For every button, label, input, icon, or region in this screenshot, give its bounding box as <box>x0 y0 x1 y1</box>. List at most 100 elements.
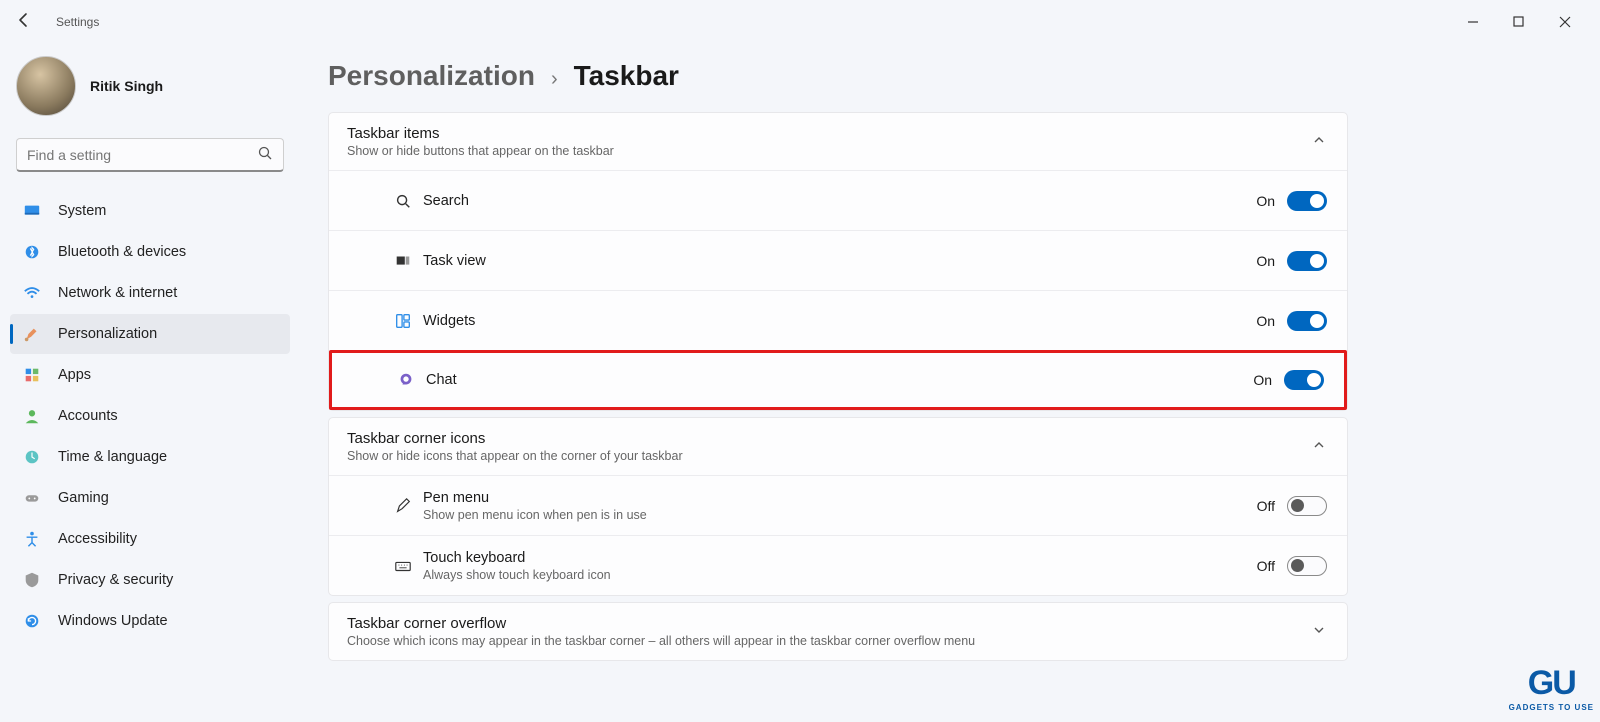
chevron-right-icon: › <box>551 68 558 91</box>
toggle-state: Off <box>1257 558 1275 574</box>
system-icon <box>22 202 42 220</box>
toggle-state: On <box>1256 313 1275 329</box>
chevron-up-icon[interactable] <box>1311 132 1327 151</box>
row-search: Search On <box>329 170 1347 230</box>
sidebar-item-label: Personalization <box>58 326 157 342</box>
sidebar-item-label: Windows Update <box>58 613 168 629</box>
sidebar-item-label: Time & language <box>58 449 167 465</box>
update-icon <box>22 612 42 630</box>
row-task-view: Task view On <box>329 230 1347 290</box>
sidebar-item-label: Bluetooth & devices <box>58 244 186 260</box>
row-label: Pen menu <box>423 490 1257 506</box>
sidebar-item-label: Accessibility <box>58 531 137 547</box>
row-label: Touch keyboard <box>423 550 1257 566</box>
profile-name: Ritik Singh <box>90 78 163 94</box>
toggle-search[interactable] <box>1287 191 1327 211</box>
panel-corner-icons: Taskbar corner icons Show or hide icons … <box>328 417 1348 596</box>
globe-clock-icon <box>22 448 42 466</box>
paintbrush-icon <box>22 325 42 343</box>
row-label: Widgets <box>423 313 1256 329</box>
toggle-state: On <box>1256 253 1275 269</box>
sidebar-item-label: Network & internet <box>58 285 177 301</box>
search-icon <box>257 145 273 164</box>
toggle-state: Off <box>1257 498 1275 514</box>
sidebar-item-time-language[interactable]: Time & language <box>10 437 290 477</box>
toggle-state: On <box>1253 372 1272 388</box>
section-title: Taskbar corner overflow <box>347 615 1311 632</box>
pen-icon <box>393 497 413 515</box>
row-touch-keyboard: Touch keyboard Always show touch keyboar… <box>329 535 1347 595</box>
watermark-logo: GU <box>1509 664 1594 703</box>
section-subtitle: Show or hide icons that appear on the co… <box>347 449 1311 463</box>
sidebar-item-label: Apps <box>58 367 91 383</box>
breadcrumb: Personalization › Taskbar <box>328 60 1572 92</box>
sidebar: Ritik Singh System Bluetooth & devices <box>0 44 300 722</box>
sidebar-item-bluetooth[interactable]: Bluetooth & devices <box>10 232 290 272</box>
chevron-up-icon[interactable] <box>1311 437 1327 456</box>
bluetooth-icon <box>22 243 42 261</box>
accessibility-icon <box>22 530 42 548</box>
section-title: Taskbar corner icons <box>347 430 1311 447</box>
row-sub: Always show touch keyboard icon <box>423 568 1257 582</box>
chat-icon <box>396 371 416 389</box>
toggle-state: On <box>1256 193 1275 209</box>
row-label: Task view <box>423 253 1256 269</box>
toggle-widgets[interactable] <box>1287 311 1327 331</box>
row-label: Chat <box>426 372 1253 388</box>
sidebar-item-accessibility[interactable]: Accessibility <box>10 519 290 559</box>
watermark-text: GADGETS TO USE <box>1509 703 1594 712</box>
row-widgets: Widgets On <box>329 290 1347 350</box>
sidebar-item-accounts[interactable]: Accounts <box>10 396 290 436</box>
panel-header-overflow[interactable]: Taskbar corner overflow Choose which ico… <box>329 603 1347 660</box>
nav-list: System Bluetooth & devices Network & int… <box>10 190 290 642</box>
sidebar-item-gaming[interactable]: Gaming <box>10 478 290 518</box>
page-title: Taskbar <box>574 60 679 92</box>
row-label: Search <box>423 193 1256 209</box>
panel-taskbar-items: Taskbar items Show or hide buttons that … <box>328 112 1348 411</box>
sidebar-item-windows-update[interactable]: Windows Update <box>10 601 290 641</box>
close-button[interactable] <box>1542 6 1588 38</box>
sidebar-item-system[interactable]: System <box>10 191 290 231</box>
minimize-button[interactable] <box>1450 6 1496 38</box>
section-title: Taskbar items <box>347 125 1311 142</box>
panel-header-corner-icons[interactable]: Taskbar corner icons Show or hide icons … <box>329 418 1347 475</box>
widgets-icon <box>393 312 413 330</box>
back-button[interactable] <box>12 12 36 33</box>
apps-icon <box>22 366 42 384</box>
shield-icon <box>22 571 42 589</box>
section-subtitle: Show or hide buttons that appear on the … <box>347 144 1311 158</box>
keyboard-icon <box>393 557 413 575</box>
sidebar-item-network[interactable]: Network & internet <box>10 273 290 313</box>
search-icon <box>393 192 413 210</box>
sidebar-item-label: Privacy & security <box>58 572 173 588</box>
sidebar-item-label: Gaming <box>58 490 109 506</box>
sidebar-item-apps[interactable]: Apps <box>10 355 290 395</box>
app-title: Settings <box>56 15 99 29</box>
gamepad-icon <box>22 489 42 507</box>
row-pen-menu: Pen menu Show pen menu icon when pen is … <box>329 475 1347 535</box>
person-icon <box>22 407 42 425</box>
row-chat: Chat On <box>329 350 1347 410</box>
maximize-button[interactable] <box>1496 6 1542 38</box>
sidebar-item-privacy[interactable]: Privacy & security <box>10 560 290 600</box>
avatar <box>16 56 76 116</box>
row-sub: Show pen menu icon when pen is in use <box>423 508 1257 522</box>
toggle-pen-menu[interactable] <box>1287 496 1327 516</box>
search-input-wrapper[interactable] <box>16 138 284 172</box>
panel-header-taskbar-items[interactable]: Taskbar items Show or hide buttons that … <box>329 113 1347 170</box>
sidebar-item-personalization[interactable]: Personalization <box>10 314 290 354</box>
toggle-task-view[interactable] <box>1287 251 1327 271</box>
search-input[interactable] <box>27 147 257 163</box>
wifi-icon <box>22 284 42 302</box>
profile-block[interactable]: Ritik Singh <box>10 44 290 138</box>
content-area: Personalization › Taskbar Taskbar items … <box>300 44 1600 722</box>
chevron-down-icon[interactable] <box>1311 622 1327 641</box>
panel-corner-overflow: Taskbar corner overflow Choose which ico… <box>328 602 1348 661</box>
sidebar-item-label: Accounts <box>58 408 118 424</box>
section-subtitle: Choose which icons may appear in the tas… <box>347 634 1311 648</box>
task-view-icon <box>393 252 413 270</box>
watermark: GU GADGETS TO USE <box>1509 664 1594 712</box>
toggle-touch-keyboard[interactable] <box>1287 556 1327 576</box>
toggle-chat[interactable] <box>1284 370 1324 390</box>
breadcrumb-parent[interactable]: Personalization <box>328 60 535 92</box>
